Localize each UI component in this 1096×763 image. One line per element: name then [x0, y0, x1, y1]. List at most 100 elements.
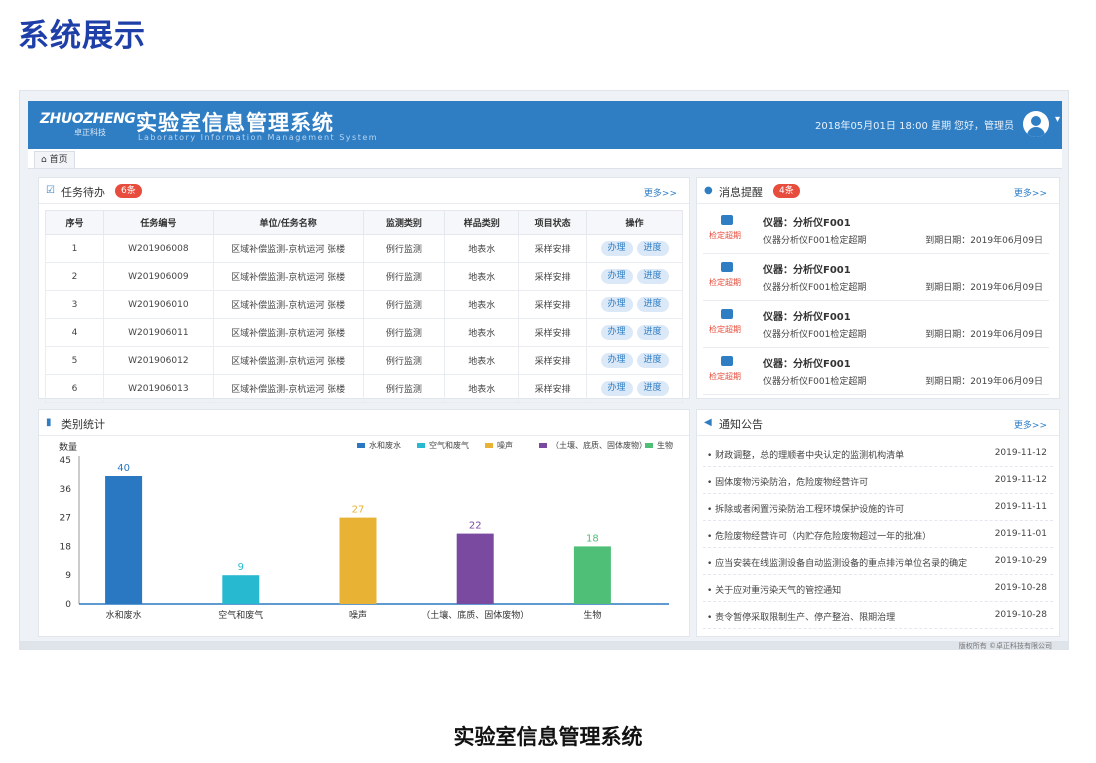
caption: 实验室信息管理系统	[453, 725, 643, 749]
y-tick-label: 18	[60, 542, 72, 552]
table-row: 3 W201906010 区域补偿监测-京杭运河 张楼 例行监测 地表水 采样安排 办理 进度	[45, 290, 683, 319]
tasks-table: 序号 任务编号 单位/任务名称 监测类别 样品类别 项目状态 操作 1 W201906008 区…	[45, 210, 683, 403]
monitor-icon	[721, 356, 733, 366]
x-tick-label: 噪声	[349, 609, 367, 621]
progress-button[interactable]: 进度	[636, 325, 669, 340]
notice-item[interactable]: • 固体废物污染防治，危险废物经营许可 2019-11-12	[703, 467, 1053, 494]
cell-no: 4	[45, 318, 104, 347]
cell-unit[interactable]: 区域补偿监测-京杭运河 张楼	[212, 262, 364, 291]
progress-button[interactable]: 进度	[636, 381, 669, 396]
cell-code[interactable]: W201906011	[102, 318, 214, 347]
notice-item[interactable]: • 责令暂停采取限制生产、停产整治、限期治理 2019-10-28	[703, 602, 1053, 629]
data-label: 22	[469, 521, 482, 532]
reminder-panel: ● 消息提醒 4条 更多>> 检定超期 仪器：分析仪F001 仪器分析仪F001检定…	[696, 177, 1060, 399]
stats-panel-title: 类别统计	[61, 418, 105, 431]
reminder-item[interactable]: 检定超期 仪器：分析仪F001 仪器分析仪F001检定超期 到期日期：2019年06月…	[703, 255, 1049, 301]
handle-button[interactable]: 办理	[600, 241, 633, 256]
avatar[interactable]	[1023, 111, 1049, 137]
table-row: 6 W201906013 区域补偿监测-京杭运河 张楼 例行监测 地表水 采样安排 办理 进度	[45, 374, 683, 403]
cell-unit[interactable]: 区域补偿监测-京杭运河 张楼	[212, 346, 364, 375]
notice-item[interactable]: • 关于应对重污染天气的管控通知 2019-10-28	[703, 575, 1053, 602]
column-header: 项目状态	[518, 210, 588, 235]
x-tick-label: 空气和废气	[218, 609, 263, 621]
chevron-down-icon[interactable]: ▾	[1055, 114, 1060, 125]
reminder-item[interactable]: 检定超期 仪器：分析仪F001 仪器分析仪F001检定超期 到期日期：2019年06月…	[703, 302, 1049, 348]
y-axis-label: 数量	[59, 441, 77, 453]
notice-item[interactable]: • 应当安装在线监测设备自动监测设备的重点排污单位名录的确定 2019-10-29	[703, 548, 1053, 575]
table-row: 5 W201906012 区域补偿监测-京杭运河 张楼 例行监测 地表水 采样安排 办理 进度	[45, 346, 683, 375]
handle-button[interactable]: 办理	[600, 381, 633, 396]
logo-subtext: 卓正科技	[74, 128, 106, 137]
legend-swatch	[645, 443, 653, 448]
y-tick-label: 36	[60, 485, 72, 495]
notice-date: 2019-11-01	[994, 529, 1047, 539]
reminder-item[interactable]: 检定超期 仪器：分析仪F001 仪器分析仪F001检定超期 到期日期：2019年06月…	[703, 208, 1049, 254]
cell-unit[interactable]: 区域补偿监测-京杭运河 张楼	[212, 290, 364, 319]
x-tick-label: 生物	[583, 609, 601, 621]
cell-status: 采样安排	[518, 346, 588, 375]
cell-code[interactable]: W201906010	[102, 290, 214, 319]
notice-date: 2019-10-29	[994, 556, 1047, 566]
notice-date: 2019-10-28	[994, 610, 1047, 620]
progress-button[interactable]: 进度	[636, 297, 669, 312]
reminder-desc: 仪器分析仪F001检定超期	[763, 283, 867, 293]
notice-item[interactable]: • 危险废物经营许可（内贮存危险废物超过一年的批准） 2019-11-01	[703, 521, 1053, 548]
notice-item[interactable]: • 拆除或者闲置污染防治工程环境保护设施的许可 2019-11-11	[703, 494, 1053, 521]
footer-bar	[20, 641, 1068, 649]
progress-button[interactable]: 进度	[636, 353, 669, 368]
cell-no: 5	[45, 346, 104, 375]
table-row: 2 W201906009 区域补偿监测-京杭运河 张楼 例行监测 地表水 采样安排 办理 进度	[45, 262, 683, 291]
notice-title: • 关于应对重污染天气的管控通知	[707, 586, 842, 596]
data-label: 18	[586, 533, 599, 544]
logo-text: ZHUOZHENG	[40, 111, 136, 127]
handle-button[interactable]: 办理	[600, 269, 633, 284]
cell-unit[interactable]: 区域补偿监测-京杭运河 张楼	[212, 234, 364, 263]
cell-unit[interactable]: 区域补偿监测-京杭运河 张楼	[212, 318, 364, 347]
handle-button[interactable]: 办理	[600, 297, 633, 312]
reminder-more-link[interactable]: 更多>>	[1014, 186, 1047, 199]
progress-button[interactable]: 进度	[636, 241, 669, 256]
y-tick-label: 9	[65, 571, 71, 581]
legend-label: 空气和废气	[429, 440, 469, 450]
cell-type: 例行监测	[362, 346, 446, 375]
cell-no: 2	[45, 262, 104, 291]
tasks-more-link[interactable]: 更多>>	[644, 186, 677, 199]
cell-code[interactable]: W201906009	[102, 262, 214, 291]
cell-code[interactable]: W201906008	[102, 234, 214, 263]
notice-panel: ◀ 通知公告 更多>> • 财政调整，总的理顺者中央认定的监测机构清单 2019-…	[696, 409, 1060, 637]
cell-actions: 办理 进度	[586, 318, 683, 347]
cell-no: 1	[45, 234, 104, 263]
bar	[456, 533, 494, 604]
cell-unit[interactable]: 区域补偿监测-京杭运河 张楼	[212, 374, 364, 403]
cell-type: 例行监测	[362, 374, 446, 403]
cell-status: 采样安排	[518, 318, 588, 347]
notice-item[interactable]: • 财政调整，总的理顺者中央认定的监测机构清单 2019-11-12	[703, 440, 1053, 467]
handle-button[interactable]: 办理	[600, 353, 633, 368]
monitor-icon	[721, 262, 733, 272]
notice-more-link[interactable]: 更多>>	[1014, 418, 1047, 431]
notice-title: • 拆除或者闲置污染防治工程环境保护设施的许可	[707, 505, 905, 515]
tab-home[interactable]: ⌂ 首页	[34, 151, 75, 168]
cell-code[interactable]: W201906012	[102, 346, 214, 375]
reminder-date: 到期日期：2019年06月09日	[925, 283, 1043, 293]
system-subtitle: Laboratory Information Management System	[138, 133, 379, 142]
cell-code[interactable]: W201906013	[102, 374, 214, 403]
monitor-icon	[721, 215, 733, 225]
notice-panel-title: 通知公告	[719, 418, 763, 431]
handle-button[interactable]: 办理	[600, 325, 633, 340]
reminder-item[interactable]: 检定超期 仪器：分析仪F001 仪器分析仪F001检定超期 到期日期：2019年06月…	[703, 349, 1049, 395]
progress-button[interactable]: 进度	[636, 269, 669, 284]
legend-label: 水和废水	[369, 440, 401, 450]
reminder-count-badge: 4条	[773, 184, 800, 198]
reminder-tag: 检定超期	[709, 278, 741, 287]
cell-status: 采样安排	[518, 290, 588, 319]
reminder-date: 到期日期：2019年06月09日	[925, 236, 1043, 246]
checkbox-icon: ☑	[46, 185, 55, 196]
column-header: 监测类别	[362, 210, 446, 235]
legend-swatch	[357, 443, 365, 448]
reminder-tag: 检定超期	[709, 231, 741, 240]
bar	[339, 517, 377, 604]
y-tick-label: 27	[60, 514, 71, 524]
notice-title: • 固体废物污染防治，危险废物经营许可	[707, 478, 869, 488]
x-tick-label: 水和废水	[106, 609, 142, 621]
